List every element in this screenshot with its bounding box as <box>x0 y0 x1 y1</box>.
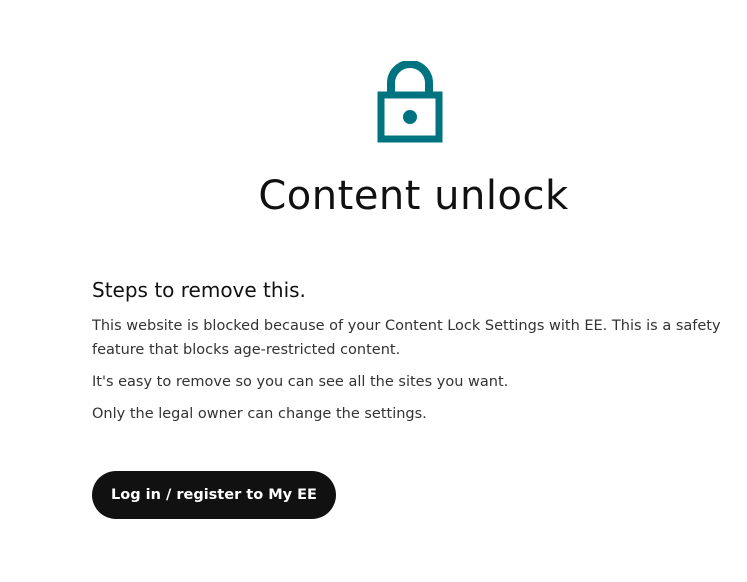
page-title: Content unlock <box>258 173 569 219</box>
content-section: Steps to remove this. This website is bl… <box>92 276 732 434</box>
info-paragraph: Only the legal owner can change the sett… <box>92 406 427 422</box>
section-heading: Steps to remove this. <box>92 278 306 302</box>
lock-icon <box>377 61 443 143</box>
info-paragraph: It's easy to remove so you can see all t… <box>92 374 509 390</box>
login-register-button[interactable]: Log in / register to My EE <box>92 471 336 519</box>
info-paragraph: This website is blocked because of your … <box>92 318 721 358</box>
